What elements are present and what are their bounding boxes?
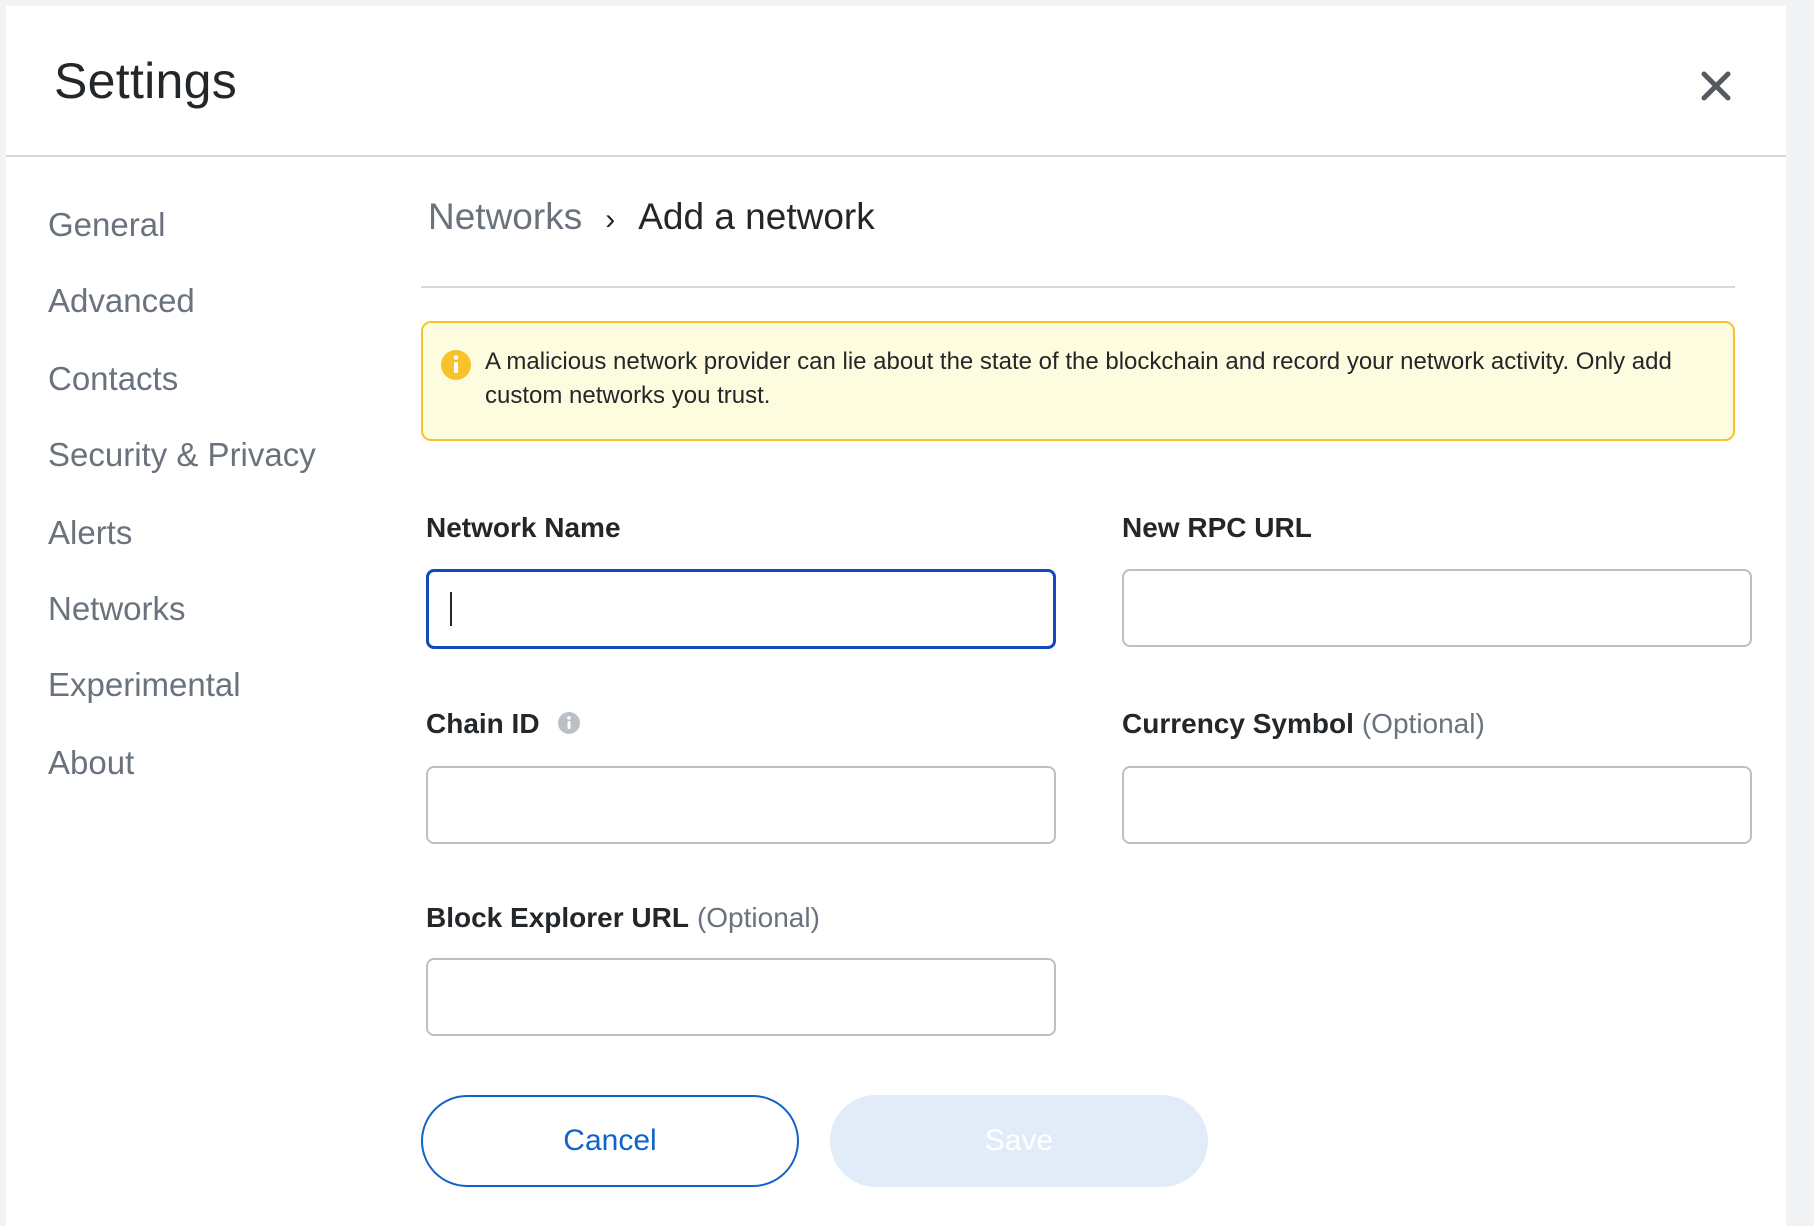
chain-id-label: Chain ID [426,708,581,740]
sidebar-item-experimental[interactable]: Experimental [48,666,241,704]
rpc-url-label-text: New RPC URL [1122,512,1312,543]
network-name-input[interactable] [426,569,1056,649]
info-icon[interactable] [557,711,581,735]
block-explorer-label: Block Explorer URL (Optional) [426,902,820,934]
sidebar-item-networks[interactable]: Networks [48,590,186,628]
chain-id-label-text: Chain ID [426,708,540,739]
breadcrumb: Networks › Add a network [428,196,875,246]
sidebar-item-about[interactable]: About [48,744,134,782]
sidebar-item-security-privacy[interactable]: Security & Privacy [48,436,316,474]
section-divider [421,286,1735,288]
currency-symbol-label-text: Currency Symbol [1122,708,1354,739]
warning-banner: A malicious network provider can lie abo… [421,321,1735,441]
settings-header: Settings [6,6,1786,157]
currency-symbol-input[interactable] [1122,766,1752,844]
breadcrumb-current: Add a network [638,196,875,237]
currency-symbol-optional: (Optional) [1361,708,1485,739]
close-icon [1701,71,1731,101]
network-name-label-text: Network Name [426,512,621,543]
rpc-url-label: New RPC URL [1122,512,1312,544]
sidebar-item-contacts[interactable]: Contacts [48,360,178,398]
chain-id-input[interactable] [426,766,1056,844]
cancel-button[interactable]: Cancel [421,1095,799,1187]
rpc-url-input[interactable] [1122,569,1752,647]
sidebar-item-advanced[interactable]: Advanced [48,282,195,320]
block-explorer-input[interactable] [426,958,1056,1036]
text-caret [450,592,452,626]
close-button[interactable] [1696,66,1736,106]
currency-symbol-label: Currency Symbol (Optional) [1122,708,1485,740]
breadcrumb-networks-link[interactable]: Networks [428,196,582,237]
page-title: Settings [54,53,238,109]
network-name-label: Network Name [426,512,621,544]
breadcrumb-separator-icon: › [605,203,616,236]
block-explorer-label-text: Block Explorer URL [426,902,689,933]
block-explorer-optional: (Optional) [696,902,820,933]
save-button[interactable]: Save [830,1095,1208,1187]
warning-text: A malicious network provider can lie abo… [485,348,1672,409]
sidebar-item-general[interactable]: General [48,206,165,244]
sidebar-item-alerts[interactable]: Alerts [48,514,132,552]
info-circle-icon [441,350,471,380]
